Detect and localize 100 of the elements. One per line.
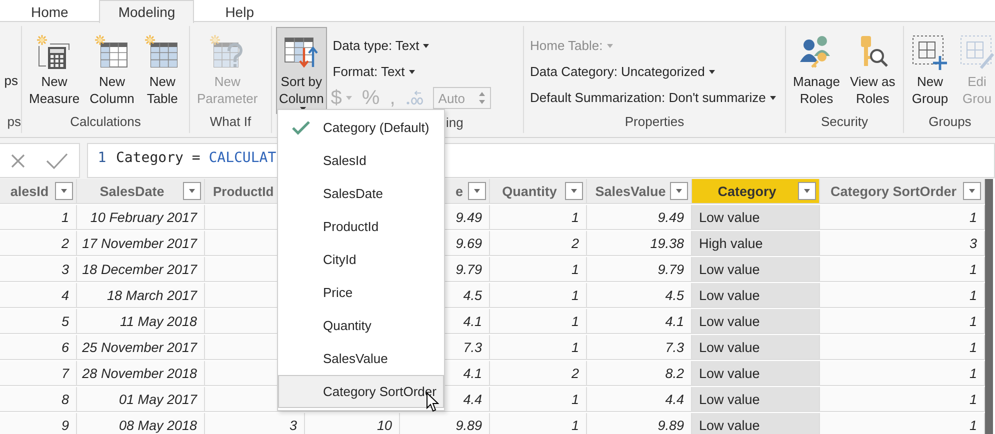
scrollbar[interactable] <box>985 179 993 434</box>
column-header[interactable]: alesId <box>0 179 77 204</box>
table-cell: 9.79 <box>587 257 692 282</box>
ribbon-tab[interactable]: Home <box>12 0 88 21</box>
table-cell: 3 <box>820 231 985 256</box>
filter-button[interactable] <box>963 182 981 200</box>
column-header[interactable]: SalesDate <box>77 179 205 204</box>
dropdown-button[interactable]: Format: Text <box>330 59 492 83</box>
table-cell: 18 March 2017 <box>77 283 205 308</box>
dropdown-button[interactable]: Data type: Text <box>330 33 492 57</box>
ribbon-button[interactable]: New Table <box>141 27 184 110</box>
table-cell: 10 <box>305 413 400 434</box>
group-label: What If <box>210 114 252 129</box>
column-header[interactable]: Category SortOrder <box>820 179 985 204</box>
table-cell: 4.5 <box>587 283 692 308</box>
table-cell: 1 <box>820 309 985 334</box>
table-cell: Low value <box>692 387 820 412</box>
ribbon-tab[interactable]: Help <box>206 0 273 21</box>
table-cell: 1 <box>490 387 587 412</box>
edit-group-icon <box>959 34 995 70</box>
table-cell: 01 May 2017 <box>77 387 205 412</box>
ribbon-button[interactable]: New Group <box>908 27 952 110</box>
ribbon-button[interactable]: View as Roles <box>846 27 898 110</box>
ribbon-button[interactable]: Sort by Column <box>276 27 327 114</box>
table-cell: 25 November 2017 <box>77 335 205 360</box>
table-cell: 4.1 <box>587 309 692 334</box>
table-cell: 18 December 2017 <box>77 257 205 282</box>
group-label: Calculations <box>70 114 141 129</box>
close-icon[interactable] <box>10 152 26 168</box>
filter-button[interactable] <box>798 182 816 200</box>
table-cell: 5 <box>0 309 77 334</box>
menu-item[interactable]: Category SortOrder <box>278 375 444 408</box>
table-cell: 1 <box>490 283 587 308</box>
table-cell: 1 <box>820 361 985 386</box>
ribbon-button[interactable]: New Measure <box>26 27 83 110</box>
table-cell: 1 <box>820 205 985 230</box>
table-cell: 4 <box>0 283 77 308</box>
group-label: ing <box>446 115 464 130</box>
table-cell: 1 <box>0 205 77 230</box>
table-cell: 4.4 <box>587 387 692 412</box>
table-cell: 2 <box>490 231 587 256</box>
group-label: Properties <box>624 114 684 129</box>
dropdown-button[interactable]: Default Summarization: Don't summarize <box>528 85 778 109</box>
column-header[interactable]: SalesValue <box>587 179 692 204</box>
table-cell: Low value <box>692 309 820 334</box>
table-cell: 6 <box>0 335 77 360</box>
table-cell: 9.89 <box>400 413 490 434</box>
table-cell: Low value <box>692 205 820 230</box>
table-cell: 1 <box>490 205 587 230</box>
filter-button[interactable] <box>183 182 201 200</box>
table-cell: 9.89 <box>587 413 692 434</box>
table-cell: 8 <box>0 387 77 412</box>
table-cell: 2 <box>490 361 587 386</box>
table-cell: Low value <box>692 413 820 434</box>
table-cell: 1 <box>820 413 985 434</box>
table-cell: 3 <box>0 257 77 282</box>
formula-text[interactable]: Category = CALCULAT <box>116 150 276 166</box>
ribbon-button[interactable]: New Column <box>86 27 138 110</box>
new-group-icon <box>911 34 949 70</box>
check-icon[interactable] <box>45 152 70 170</box>
group-label: Security <box>821 114 868 129</box>
table-cell: 2 <box>0 231 77 256</box>
column-header[interactable]: Quantity <box>490 179 587 204</box>
table-cell: 19.38 <box>587 231 692 256</box>
ribbon-button[interactable]: ps <box>1 26 21 92</box>
table-cell: 1 <box>820 283 985 308</box>
table-cell: High value <box>692 231 820 256</box>
table-cell: 8.2 <box>587 361 692 386</box>
table-cell: 28 November 2018 <box>77 361 205 386</box>
column-icon <box>94 34 130 70</box>
group-label: ps <box>7 114 21 129</box>
table-cell: 1 <box>820 257 985 282</box>
table-cell: 9 <box>0 413 77 434</box>
table-cell: 1 <box>490 309 587 334</box>
dropdown-button[interactable]: Data Category: Uncategorized <box>528 59 778 83</box>
filter-button[interactable] <box>55 182 73 200</box>
table-cell: 1 <box>490 257 587 282</box>
table-cell: 10 February 2017 <box>77 205 205 230</box>
calculator-icon <box>36 34 72 70</box>
menu-item[interactable]: SalesId <box>278 144 444 177</box>
column-header[interactable]: Category <box>692 179 820 204</box>
line-number: 1 <box>96 150 108 166</box>
filter-button[interactable] <box>670 182 688 200</box>
table-cell: 17 November 2017 <box>77 231 205 256</box>
table-cell: Low value <box>692 361 820 386</box>
menu-item[interactable]: Category (Default) <box>278 111 444 144</box>
table-cell: 7.3 <box>587 335 692 360</box>
table-cell: 1 <box>820 335 985 360</box>
table-cell: 7 <box>0 361 77 386</box>
group-label: Groups <box>928 114 972 129</box>
table-cell: 1 <box>490 335 587 360</box>
table-cell: Low value <box>692 283 820 308</box>
table-cell: 3 <box>205 413 305 434</box>
filter-button[interactable] <box>468 182 486 200</box>
ribbon-tab[interactable]: Modeling <box>99 0 194 23</box>
table-cell: 1 <box>820 387 985 412</box>
filter-button[interactable] <box>565 182 583 200</box>
table-cell: 1 <box>490 413 587 434</box>
table-cell: 9.49 <box>587 205 692 230</box>
ribbon-button[interactable]: Manage Roles <box>790 27 843 110</box>
